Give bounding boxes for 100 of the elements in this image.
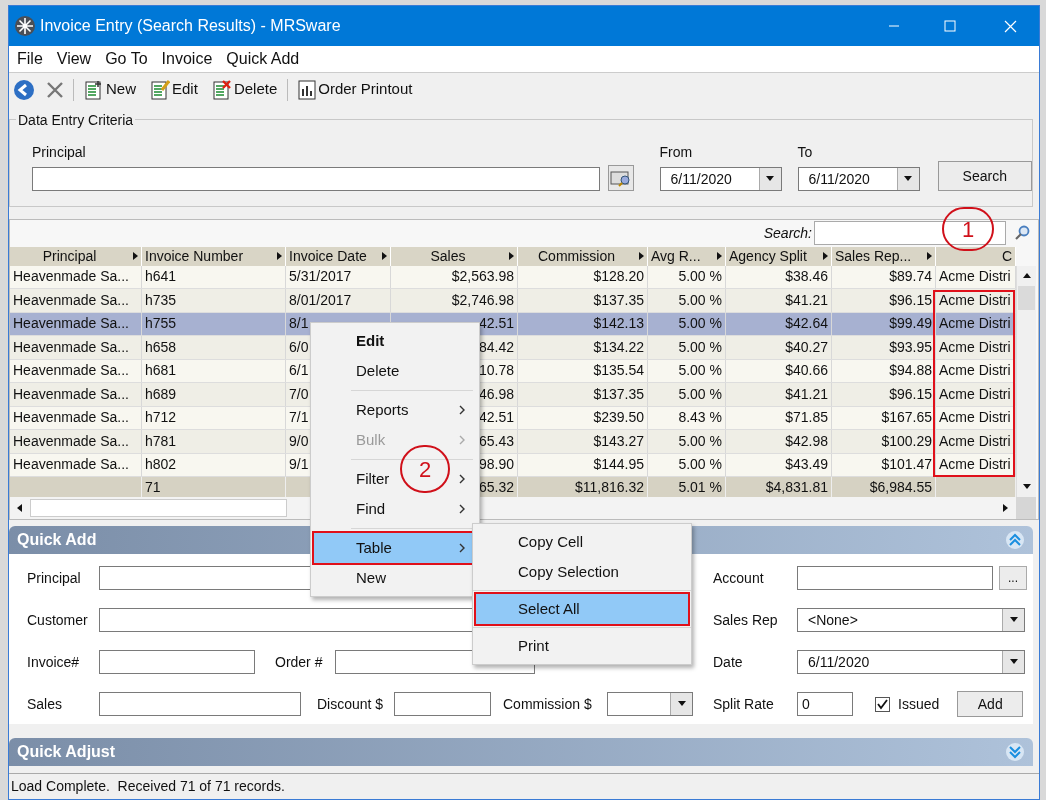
column-header[interactable]: Principal <box>10 246 142 266</box>
table-cell-text: $96.15 <box>888 384 933 404</box>
checkmark-icon <box>877 698 888 710</box>
date-dropdown[interactable]: 6/11/2020 <box>797 650 1025 674</box>
table-cell-text: $40.66 <box>784 361 829 381</box>
field-label: To <box>797 143 814 162</box>
table-cell-text: Acme Distri <box>938 314 1012 334</box>
menu-item[interactable]: Find <box>356 497 386 521</box>
field-label: Discount $ <box>317 694 385 714</box>
input-field[interactable] <box>797 566 993 590</box>
table-cell-text: $42.64 <box>784 314 829 334</box>
menu-item[interactable]: Copy Selection <box>518 560 619 584</box>
menu-bar-item[interactable]: File <box>12 47 48 71</box>
search-icon[interactable] <box>1014 225 1030 242</box>
field-label: Principal <box>27 568 82 588</box>
table-cell-text: 5.00 % <box>677 384 723 404</box>
field-label: Principal <box>32 143 87 162</box>
table-cell-text: $239.50 <box>592 408 645 428</box>
table-cell-text: Heavenmade Sa... <box>12 290 130 310</box>
table-cell-text: 5.00 % <box>677 431 723 451</box>
column-header[interactable]: Agency Split <box>726 246 832 266</box>
menu-item[interactable]: Select All <box>518 597 580 621</box>
toolbar-button[interactable]: Edit <box>146 78 202 101</box>
menu-item[interactable]: New <box>356 566 386 590</box>
toolbar-button[interactable]: New <box>80 78 140 101</box>
table-cell-text: Acme Distri <box>938 267 1012 287</box>
table-cell-text: h641 <box>144 267 178 287</box>
table-cell-text: Heavenmade Sa... <box>12 408 130 428</box>
date-dropdown[interactable]: 6/11/2020 <box>797 167 920 191</box>
table-cell-text: $41.21 <box>784 290 829 310</box>
menu-item[interactable]: Table <box>356 536 392 560</box>
table-cell-text: Heavenmade Sa... <box>12 431 130 451</box>
table-cell-text: Acme Distri <box>938 290 1012 310</box>
table-cell-text: 98.90 <box>477 455 515 475</box>
menu-bar-item[interactable]: View <box>51 47 97 71</box>
collapse-icon[interactable] <box>1005 530 1025 550</box>
expand-icon[interactable] <box>1005 742 1025 762</box>
lookup-button[interactable] <box>608 165 634 191</box>
document-pencil-icon <box>150 79 170 100</box>
field-label: Order # <box>275 652 324 672</box>
table-cell-text: Acme Distri <box>938 361 1012 381</box>
vertical-scrollbar[interactable] <box>1016 265 1036 497</box>
table-cell-text: 6/1 <box>288 361 310 381</box>
field-label: From <box>659 143 694 162</box>
table-row[interactable]: Heavenmade Sa... h735 8/01/2017 $2,746.98 $137.35 5.00 % $41.21 $96.15 Acme Distri <box>10 289 1016 313</box>
search-button[interactable]: Search <box>937 161 1032 191</box>
input-field[interactable] <box>99 650 255 674</box>
table-cell-text: $135.54 <box>592 361 645 381</box>
table-cell-text: $42.98 <box>784 431 829 451</box>
column-header[interactable]: Commission <box>518 246 648 266</box>
column-header[interactable]: C <box>936 246 1016 266</box>
table-cell-text: h781 <box>144 431 178 451</box>
table-cell-text: $128.20 <box>592 267 645 287</box>
table-cell-text: 42.51 <box>477 408 515 428</box>
field-label: Commission $ <box>503 694 593 714</box>
date-dropdown[interactable]: 6/11/2020 <box>659 167 782 191</box>
table-cell-text: 9/0 <box>288 431 310 451</box>
menu-bar-item[interactable]: Invoice <box>156 47 218 71</box>
column-header[interactable]: Sales <box>391 246 518 266</box>
close-icon[interactable] <box>45 79 65 100</box>
total-cell-text: 5.01 % <box>677 477 723 497</box>
table-row[interactable]: Heavenmade Sa... h641 5/31/2017 $2,563.98 $128.20 5.00 % $38.46 $89.74 Acme Distri <box>10 265 1016 289</box>
close-icon[interactable] <box>1004 19 1017 33</box>
menu-item[interactable]: Delete <box>356 359 400 383</box>
column-header[interactable]: Sales Rep... <box>832 246 936 266</box>
table-cell-text: $2,563.98 <box>450 267 515 287</box>
menu-bar-item[interactable]: Quick Add <box>221 47 305 71</box>
add-button[interactable]: Add <box>957 691 1024 717</box>
issued-checkbox[interactable] <box>875 696 890 712</box>
table-cell-text: h689 <box>144 384 178 404</box>
principal-field[interactable] <box>32 167 600 191</box>
checkbox-label: Issued <box>898 694 940 714</box>
menu-item-highlight[interactable]: Select All <box>476 594 688 624</box>
input-field[interactable] <box>394 692 491 716</box>
table-cell-text: h755 <box>144 314 178 334</box>
browse-button[interactable]: ... <box>999 566 1027 590</box>
column-header[interactable]: Avg R... <box>648 246 726 266</box>
menu-bar-item[interactable]: Go To <box>100 47 153 71</box>
commission-dropdown[interactable] <box>607 692 693 716</box>
column-header[interactable]: Invoice Number <box>142 246 286 266</box>
input-field[interactable] <box>99 692 301 716</box>
search-field[interactable] <box>814 221 1006 246</box>
column-header[interactable]: Invoice Date <box>286 246 391 266</box>
chevron-right-icon <box>458 404 466 416</box>
maximize-icon[interactable] <box>944 20 956 32</box>
scroll-thumb[interactable] <box>30 499 287 517</box>
toolbar-button[interactable]: Delete <box>207 78 282 101</box>
table-cell-text: $40.27 <box>784 337 829 357</box>
scroll-thumb[interactable] <box>1018 285 1035 310</box>
toolbar-button[interactable]: Order Printout <box>294 78 417 101</box>
scrollbar-corner <box>1016 497 1036 519</box>
input-field[interactable]: 0 <box>797 692 853 716</box>
table-cell-text: Acme Distri <box>938 408 1012 428</box>
table-cell-text: 5.00 % <box>677 361 723 381</box>
total-cell-text: 71 <box>144 477 162 497</box>
table-cell-text: 42.51 <box>477 314 515 334</box>
sales-rep-dropdown[interactable]: <None> <box>797 608 1025 632</box>
menu-item[interactable]: Print <box>518 634 549 658</box>
table-cell-text: $96.15 <box>888 290 933 310</box>
menu-item[interactable]: Copy Cell <box>518 530 584 554</box>
